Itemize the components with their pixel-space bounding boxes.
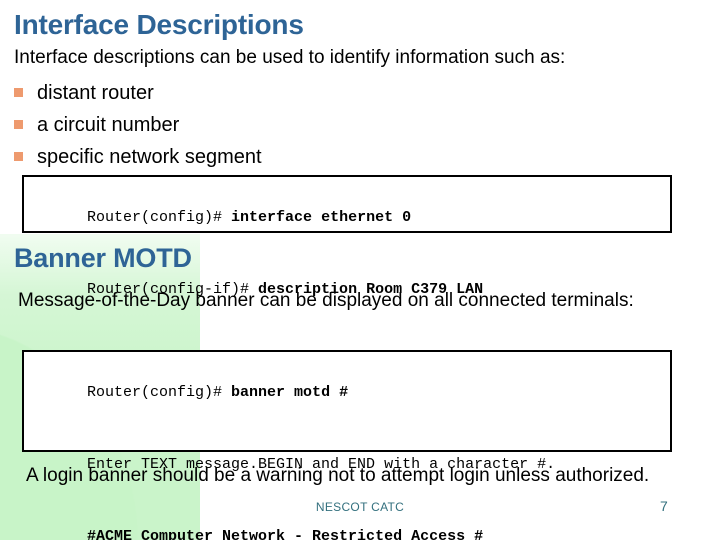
- list-item-label: specific network segment: [37, 146, 262, 168]
- console-prompt: Enter TEXT message.BEGIN and END with a …: [87, 456, 556, 473]
- bullet-list: distant router a circuit number specific…: [0, 78, 700, 174]
- console-line: #ACME Computer Network - Restricted Acce…: [33, 501, 670, 540]
- console-output-banner: Router(config)# banner motd # Enter TEXT…: [22, 350, 672, 540]
- console-prompt: Router(config)#: [87, 209, 223, 226]
- console-command: banner motd #: [222, 384, 349, 401]
- console-prompt: Router(config)#: [87, 384, 223, 401]
- list-item-label: distant router: [37, 82, 154, 104]
- list-item: distant router: [0, 78, 700, 110]
- console-output-interface: Router(config)# interface ethernet 0 Rou…: [22, 175, 672, 298]
- console-command: description Room C379 LAN: [249, 281, 484, 298]
- console-command: interface ethernet 0: [222, 209, 412, 226]
- square-bullet-icon: [14, 152, 23, 161]
- console-prompt: Router(config-if)#: [87, 281, 250, 298]
- console-line: Router(config)# banner motd #: [33, 357, 670, 429]
- console-line: Router(config-if)# description Room C379…: [33, 254, 670, 326]
- list-item: a circuit number: [0, 110, 700, 142]
- list-item-label: a circuit number: [37, 114, 180, 136]
- intro-text: Interface descriptions can be used to id…: [14, 47, 566, 68]
- square-bullet-icon: [14, 120, 23, 129]
- console-command: #ACME Computer Network - Restricted Acce…: [87, 528, 484, 540]
- square-bullet-icon: [14, 88, 23, 97]
- list-item: specific network segment: [0, 142, 700, 174]
- slide-canvas: Interface Descriptions Interface descrip…: [0, 0, 720, 540]
- console-line: Enter TEXT message.BEGIN and END with a …: [33, 429, 670, 501]
- page-title: Interface Descriptions: [14, 9, 304, 40]
- console-line: Router(config)# interface ethernet 0: [33, 182, 670, 254]
